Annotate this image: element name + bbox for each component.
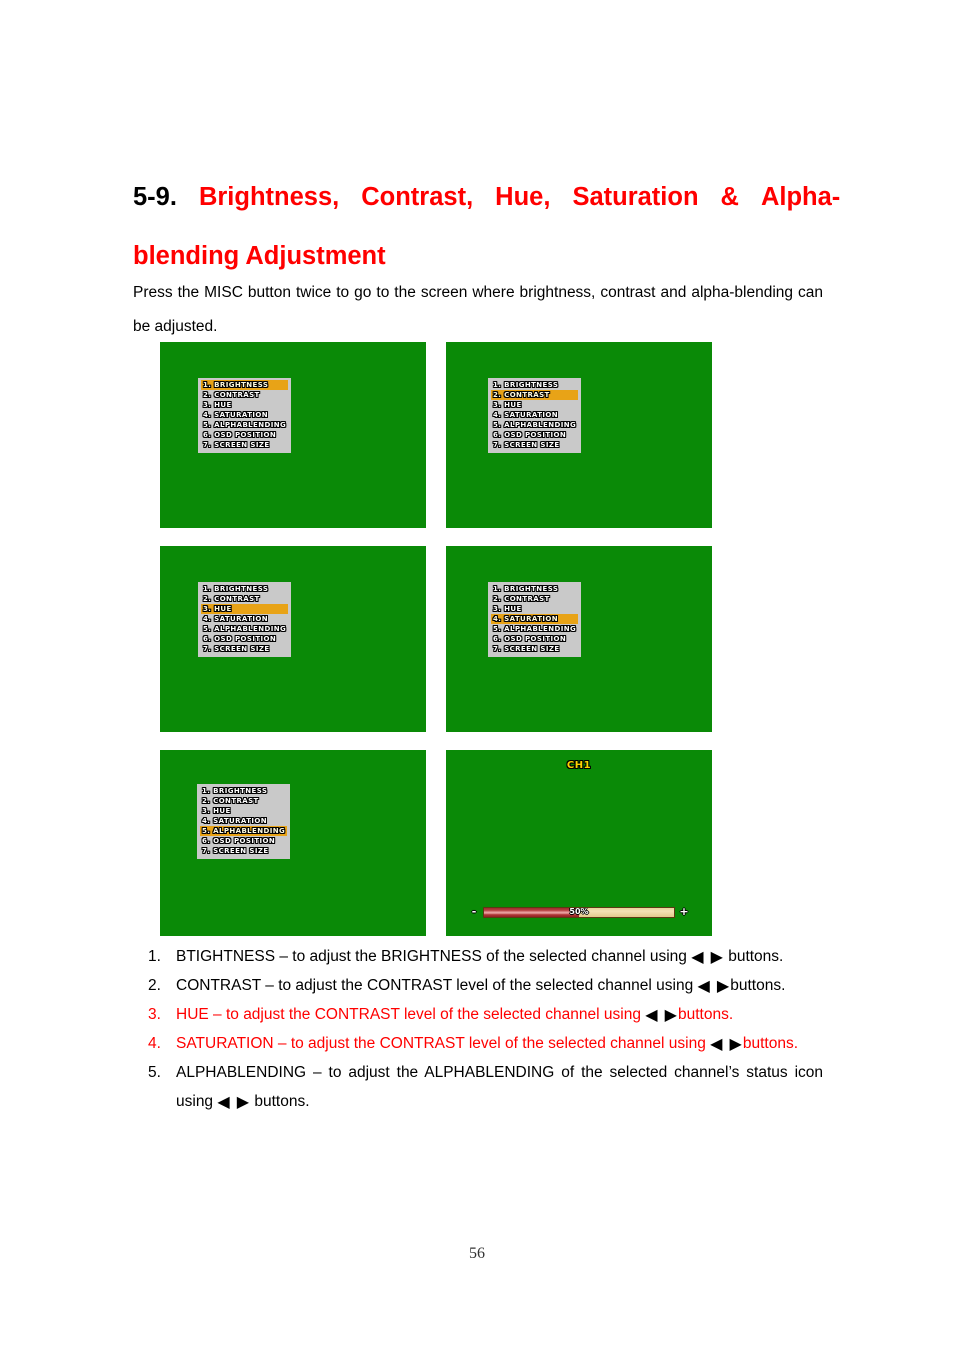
left-right-arrow-icon: ◀ ▶ [217, 1092, 251, 1111]
osd-menu-item[interactable]: 6. OSD POSITION [201, 634, 288, 644]
list-item-text-before: BTIGHTNESS – to adjust the BRIGHTNESS of… [176, 948, 692, 965]
osd-menu-item[interactable]: 6. OSD POSITION [491, 634, 578, 644]
list-item-number: 4. [148, 1035, 161, 1052]
osd-screenshot-grid: 1. BRIGHTNESS 2. CONTRAST 3. HUE 4. SATURAT… [160, 342, 712, 954]
osd-menu-item[interactable]: 1. BRIGHTNESS [491, 380, 578, 390]
slider-track[interactable]: 50% [483, 906, 675, 918]
list-item: 4. SATURATION – to adjust the CONTRAST le… [148, 1029, 823, 1058]
osd-menu-item[interactable]: 7. SCREEN SIZE [201, 440, 288, 450]
osd-menu-item[interactable]: 5. ALPHABLENDING [200, 826, 288, 836]
osd-menu-item[interactable]: 2. CONTRAST [491, 390, 579, 400]
slider-decrease-icon[interactable]: - [468, 906, 480, 917]
osd-menu-item[interactable]: 5. ALPHABLENDING [201, 624, 288, 634]
osd-menu-item[interactable]: 2. CONTRAST [200, 796, 287, 806]
screen-row-3: 1. BRIGHTNESS 2. CONTRAST 3. HUE 4. SATURAT… [160, 750, 712, 936]
left-right-arrow-icon: ◀ ▶ [691, 947, 724, 966]
osd-menu-item[interactable]: 1. BRIGHTNESS [491, 584, 578, 594]
list-item-number: 1. [148, 948, 161, 965]
osd-menu-item[interactable]: 5. ALPHABLENDING [491, 420, 578, 430]
left-right-arrow-icon: ◀ ▶ [697, 976, 731, 995]
screen-alphablending-selected: 1. BRIGHTNESS 2. CONTRAST 3. HUE 4. SATURAT… [160, 750, 426, 936]
osd-menu-item[interactable]: 3. HUE [491, 604, 578, 614]
osd-menu-item[interactable]: 3. HUE [201, 604, 289, 614]
osd-menu-item[interactable]: 3. HUE [200, 806, 287, 816]
osd-menu-item[interactable]: 7. SCREEN SIZE [200, 846, 287, 856]
heading-line-1: 5-9. Brightness, Contrast, Hue, Saturation & A… [133, 168, 840, 227]
osd-menu-item[interactable]: 4. SATURATION [200, 816, 287, 826]
osd-menu-panel: 1. BRIGHTNESS 2. CONTRAST 3. HUE 4. SATURAT… [488, 582, 582, 657]
intro-paragraph: Press the MISC button twice to go to the… [133, 284, 823, 335]
osd-menu-item[interactable]: 4. SATURATION [201, 410, 288, 420]
osd-menu-item[interactable]: 2. CONTRAST [201, 390, 288, 400]
list-item-text-after: buttons. [677, 1006, 734, 1023]
list-item-text-before: HUE – to adjust the CONTRAST level of th… [176, 1006, 646, 1023]
list-item: 1. BTIGHTNESS – to adjust the BRIGHTNESS … [148, 942, 823, 971]
slider-increase-icon[interactable]: + [678, 906, 690, 917]
section-number: 5-9. [133, 183, 177, 211]
osd-menu-item[interactable]: 3. HUE [491, 400, 578, 410]
list-item-text-before: CONTRAST – to adjust the CONTRAST level … [176, 977, 698, 994]
screen-row-2: 1. BRIGHTNESS 2. CONTRAST 3. HUE 4. SATURAT… [160, 546, 712, 732]
screen-brightness-selected: 1. BRIGHTNESS 2. CONTRAST 3. HUE 4. SATURAT… [160, 342, 426, 528]
document-page: 5-9. Brightness, Contrast, Hue, Saturation & A… [0, 0, 954, 1351]
left-right-arrow-icon: ◀ ▶ [645, 1005, 678, 1024]
osd-menu-item[interactable]: 1. BRIGHTNESS [201, 584, 288, 594]
osd-menu-item[interactable]: 4. SATURATION [201, 614, 288, 624]
osd-menu-item[interactable]: 5. ALPHABLENDING [201, 420, 288, 430]
alphablending-slider[interactable]: - 50% + [468, 906, 690, 918]
screen-channel-slider: CH1 - 50% + [446, 750, 712, 936]
osd-menu-item[interactable]: 7. SCREEN SIZE [491, 644, 578, 654]
list-item-number: 2. [148, 977, 161, 994]
list-item: 2. CONTRAST – to adjust the CONTRAST leve… [148, 971, 823, 1000]
osd-menu-panel: 1. BRIGHTNESS 2. CONTRAST 3. HUE 4. SATURAT… [198, 582, 292, 657]
list-item-text-before: SATURATION – to adjust the CONTRAST leve… [176, 1035, 711, 1052]
screen-hue-selected: 1. BRIGHTNESS 2. CONTRAST 3. HUE 4. SATURAT… [160, 546, 426, 732]
page-number: 56 [469, 1245, 485, 1262]
osd-menu-item[interactable]: 1. BRIGHTNESS [200, 786, 287, 796]
list-item-text: CONTRAST – to adjust the CONTRAST level … [176, 971, 823, 1000]
list-item-text: SATURATION – to adjust the CONTRAST leve… [176, 1029, 823, 1058]
osd-menu-panel: 1. BRIGHTNESS 2. CONTRAST 3. HUE 4. SATURAT… [198, 378, 292, 453]
osd-menu-item[interactable]: 3. HUE [201, 400, 288, 410]
screen-saturation-selected: 1. BRIGHTNESS 2. CONTRAST 3. HUE 4. SATURAT… [446, 546, 712, 732]
list-item-text: HUE – to adjust the CONTRAST level of th… [176, 1000, 823, 1029]
left-right-arrow-icon: ◀ ▶ [710, 1034, 743, 1053]
osd-menu-item[interactable]: 4. SATURATION [491, 410, 578, 420]
osd-menu-item[interactable]: 5. ALPHABLENDING [491, 624, 578, 634]
heading-word: Alpha- [760, 183, 841, 211]
osd-menu-item[interactable]: 2. CONTRAST [201, 594, 288, 604]
channel-label: CH1 [566, 760, 592, 771]
osd-menu-item[interactable]: 2. CONTRAST [491, 594, 578, 604]
osd-menu-panel: 1. BRIGHTNESS 2. CONTRAST 3. HUE 4. SATURAT… [488, 378, 582, 453]
osd-menu-item[interactable]: 6. OSD POSITION [491, 430, 578, 440]
slider-value-label: 50% [569, 907, 589, 916]
screen-row-1: 1. BRIGHTNESS 2. CONTRAST 3. HUE 4. SATURAT… [160, 342, 712, 528]
heading-word: Hue, [495, 183, 551, 211]
instruction-list: 1. BTIGHTNESS – to adjust the BRIGHTNESS … [148, 942, 823, 1116]
heading-word: Brightness, [198, 183, 340, 211]
page-title: 5-9. Brightness, Contrast, Hue, Saturation & A… [133, 168, 840, 286]
osd-menu-item[interactable]: 4. SATURATION [491, 614, 579, 624]
osd-menu-item[interactable]: 6. OSD POSITION [201, 430, 288, 440]
osd-menu-item[interactable]: 1. BRIGHTNESS [201, 380, 289, 390]
osd-menu-item[interactable]: 7. SCREEN SIZE [201, 644, 288, 654]
heading-word: & [720, 183, 739, 211]
list-item-text-after: buttons. [250, 1093, 310, 1110]
list-item: 5. ALPHABLENDING – to adjust the ALPHABLE… [148, 1058, 823, 1116]
list-item-text-after: buttons. [730, 977, 786, 994]
list-item-text: BTIGHTNESS – to adjust the BRIGHTNESS of… [176, 942, 823, 971]
list-item-text-after: buttons. [723, 948, 784, 965]
screen-contrast-selected: 1. BRIGHTNESS 2. CONTRAST 3. HUE 4. SATURAT… [446, 342, 712, 528]
osd-menu-panel: 1. BRIGHTNESS 2. CONTRAST 3. HUE 4. SATURAT… [197, 784, 291, 859]
osd-menu-item[interactable]: 6. OSD POSITION [200, 836, 287, 846]
heading-word: Contrast, [361, 183, 474, 211]
list-item-text: ALPHABLENDING – to adjust the ALPHABLEND… [176, 1058, 823, 1116]
heading-word: Saturation [572, 183, 699, 211]
list-item-number: 3. [148, 1006, 161, 1023]
osd-menu-item[interactable]: 7. SCREEN SIZE [491, 440, 578, 450]
list-item-number: 5. [148, 1064, 161, 1081]
heading-words: Brightness, Contrast, Hue, Saturation & Alpha… [199, 183, 840, 211]
list-item: 3. HUE – to adjust the CONTRAST level of … [148, 1000, 823, 1029]
list-item-text-after: buttons. [742, 1035, 798, 1052]
